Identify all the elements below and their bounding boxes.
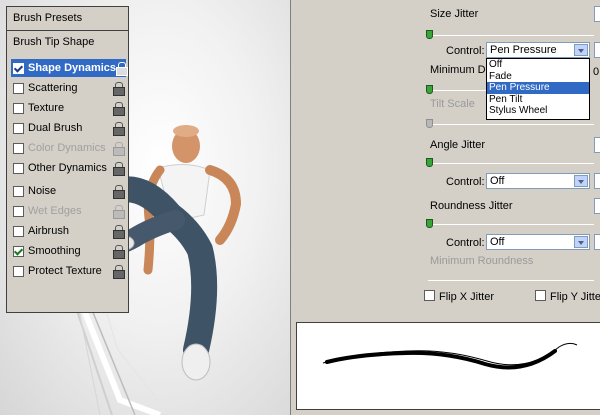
brush-tip-shape-item[interactable]: Brush Tip Shape: [7, 31, 128, 53]
angle-control-select[interactable]: Off: [486, 173, 590, 189]
sidebar-item-label: Other Dynamics: [28, 162, 107, 174]
roundness-jitter-label: Roundness Jitter: [430, 200, 513, 212]
size-jitter-thumb[interactable]: [426, 30, 433, 39]
airbrush-checkbox[interactable]: [13, 225, 24, 237]
roundness-control-label: Control:: [446, 237, 485, 249]
sidebar-item-label: Wet Edges: [28, 205, 82, 217]
scattering-checkbox[interactable]: [13, 82, 24, 94]
texture-checkbox[interactable]: [13, 102, 24, 114]
angle-control-label: Control:: [446, 176, 485, 188]
lock-icon[interactable]: [116, 62, 129, 76]
flip-x-checkbox[interactable]: [424, 290, 435, 301]
sidebar-item-label: Protect Texture: [28, 265, 102, 277]
sidebar-item-label: Color Dynamics: [28, 142, 106, 154]
lock-icon[interactable]: [113, 265, 125, 279]
sidebar-item-label: Scattering: [28, 82, 78, 94]
sidebar-item-protect-texture[interactable]: Protect Texture: [11, 262, 126, 280]
noise-checkbox[interactable]: [13, 185, 24, 197]
sidebar-item-label: Airbrush: [28, 225, 69, 237]
sidebar-item-other-dynamics[interactable]: Other Dynamics: [11, 159, 126, 177]
sidebar-item-shape-dynamics[interactable]: Shape Dynamics: [11, 59, 129, 77]
size-jitter-slider[interactable]: [428, 35, 594, 36]
flip-y-label: Flip Y Jitter: [550, 291, 600, 303]
lock-icon[interactable]: [113, 102, 125, 116]
tilt-scale-thumb: [426, 119, 433, 128]
wet-edges-checkbox[interactable]: [13, 205, 24, 217]
roundness-jitter-thumb[interactable]: [426, 219, 433, 228]
sidebar-item-noise[interactable]: Noise: [11, 182, 126, 200]
lock-icon[interactable]: [113, 205, 125, 219]
dropdown-option-fade[interactable]: Fade: [487, 71, 589, 83]
sidebar-item-label: Texture: [28, 102, 65, 114]
flip-y-checkbox[interactable]: [535, 290, 546, 301]
brush-presets-label: Brush Presets: [13, 12, 83, 24]
size-control-value: Pen Pressure: [490, 44, 557, 56]
min-diameter-label: Minimum Dia: [430, 64, 495, 76]
sidebar-item-scattering[interactable]: Scattering: [11, 79, 126, 97]
lock-icon[interactable]: [113, 122, 125, 136]
sidebar-item-airbrush[interactable]: Airbrush: [11, 222, 126, 240]
size-control-extra[interactable]: [594, 42, 600, 58]
angle-control-extra[interactable]: [594, 173, 600, 189]
angle-jitter-label: Angle Jitter: [430, 139, 486, 151]
min-roundness-slider: [428, 280, 594, 281]
sidebar-item-dual-brush[interactable]: Dual Brush: [11, 119, 126, 137]
other-dynamics-checkbox[interactable]: [13, 162, 24, 174]
angle-control-value: Off: [490, 175, 505, 187]
stroke-preview-graphic: [322, 342, 578, 370]
dual-brush-checkbox[interactable]: [13, 122, 24, 134]
min-diameter-slider[interactable]: [428, 90, 488, 91]
min-diameter-value: 0: [593, 66, 600, 78]
chevron-down-icon[interactable]: [574, 44, 588, 56]
lock-icon[interactable]: [113, 162, 125, 176]
angle-jitter-value[interactable]: [594, 137, 600, 153]
lock-icon[interactable]: [113, 142, 125, 156]
sidebar-item-wet-edges[interactable]: Wet Edges: [11, 202, 126, 220]
min-roundness-label: Minimum Roundness: [430, 255, 534, 267]
sidebar-item-label: Dual Brush: [28, 122, 83, 134]
color-dynamics-checkbox[interactable]: [13, 142, 24, 154]
chevron-down-icon[interactable]: [574, 236, 588, 248]
smoothing-checkbox[interactable]: [13, 245, 24, 257]
dropdown-option-pen-tilt[interactable]: Pen Tilt: [487, 94, 589, 106]
sidebar-item-label: Noise: [28, 185, 57, 197]
lock-icon[interactable]: [113, 82, 125, 96]
size-control-label: Control:: [446, 45, 485, 57]
brush-tip-shape-label: Brush Tip Shape: [13, 36, 95, 48]
control-dropdown-list[interactable]: Off Fade Pen Pressure Pen Tilt Stylus Wheel: [486, 58, 590, 120]
roundness-control-select[interactable]: Off: [486, 234, 590, 250]
lock-icon[interactable]: [113, 245, 125, 259]
min-diameter-thumb[interactable]: [426, 85, 433, 94]
sidebar-item-texture[interactable]: Texture: [11, 99, 126, 117]
size-jitter-value[interactable]: [594, 6, 600, 22]
brush-stroke-preview: [296, 322, 600, 410]
dropdown-option-pen-pressure[interactable]: Pen Pressure: [487, 82, 589, 94]
tilt-scale-label: Tilt Scale: [430, 98, 475, 110]
roundness-control-extra[interactable]: [594, 234, 600, 250]
brush-options-list: Brush Presets Brush Tip Shape Shape Dyna…: [6, 6, 129, 313]
roundness-jitter-slider[interactable]: [428, 224, 594, 225]
sidebar-item-smoothing[interactable]: Smoothing: [11, 242, 126, 260]
sidebar-item-color-dynamics[interactable]: Color Dynamics: [11, 139, 126, 157]
sidebar-item-label: Shape Dynamics: [28, 62, 117, 74]
roundness-control-value: Off: [490, 236, 505, 248]
sidebar-item-label: Smoothing: [28, 245, 81, 257]
protect-texture-checkbox[interactable]: [13, 265, 24, 277]
brush-presets-button[interactable]: Brush Presets: [7, 7, 128, 31]
shape-dynamics-checkbox[interactable]: [13, 62, 24, 74]
roundness-jitter-value[interactable]: [594, 198, 600, 214]
tilt-scale-slider: [428, 124, 594, 125]
angle-jitter-thumb[interactable]: [426, 158, 433, 167]
lock-icon[interactable]: [113, 185, 125, 199]
chevron-down-icon[interactable]: [574, 175, 588, 187]
flip-x-label: Flip X Jitter: [439, 291, 495, 303]
angle-jitter-slider[interactable]: [428, 163, 594, 164]
size-control-select[interactable]: Pen Pressure: [486, 42, 590, 58]
size-jitter-label: Size Jitter: [430, 8, 479, 20]
dropdown-option-stylus-wheel[interactable]: Stylus Wheel: [487, 105, 589, 117]
dropdown-option-off[interactable]: Off: [487, 59, 589, 71]
lock-icon[interactable]: [113, 225, 125, 239]
